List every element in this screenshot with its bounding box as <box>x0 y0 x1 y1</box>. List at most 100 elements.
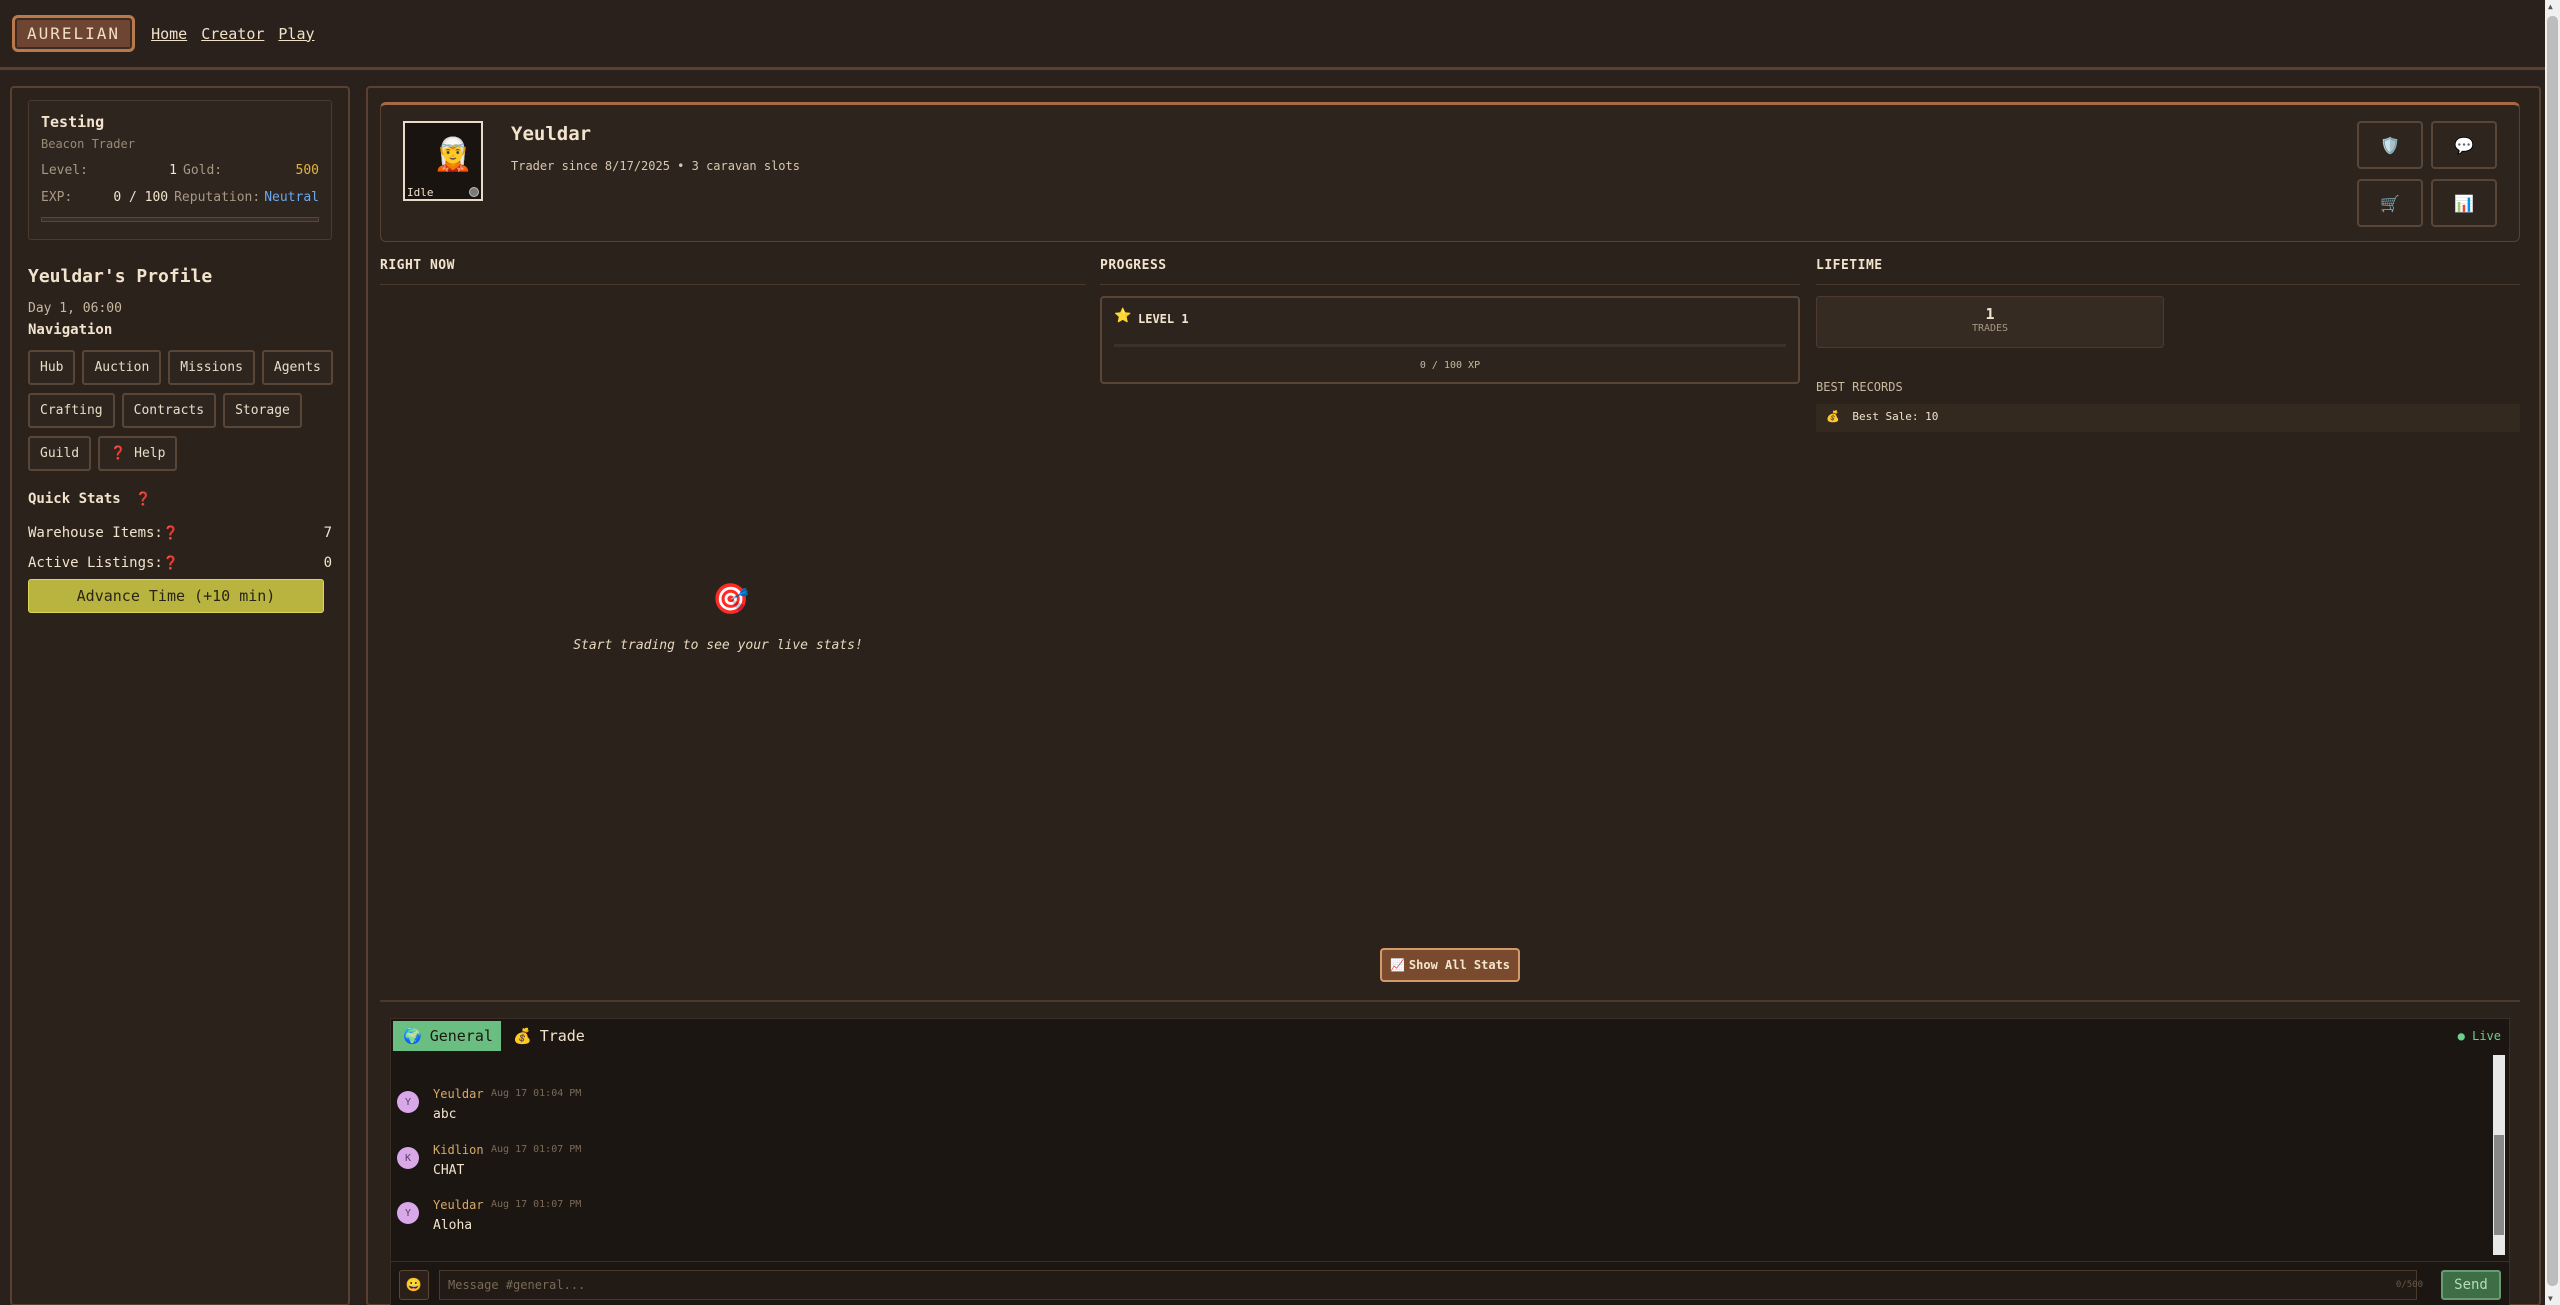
nav-crafting-button[interactable]: Crafting <box>28 393 115 428</box>
nav-help-button[interactable]: ❓ Help <box>98 436 178 471</box>
quick-stats-label: Quick Stats <box>28 491 121 507</box>
scroll-up-icon[interactable]: ▲ <box>2548 2 2553 11</box>
warehouse-items-row: Warehouse Items:❓ 7 <box>28 525 332 541</box>
emoji-button[interactable]: 😀 <box>399 1270 429 1300</box>
tab-trade[interactable]: 💰 Trade <box>503 1021 603 1051</box>
stats-button[interactable]: 📊 <box>2431 179 2497 227</box>
profile-card: 🧝 Idle Yeuldar Trader since 8/17/2025 • … <box>380 102 2520 242</box>
cart-icon: 🛒 <box>2380 193 2400 213</box>
lifetime-heading: LIFETIME <box>1816 258 1883 273</box>
speech-bubble-icon: 💬 <box>2454 135 2474 155</box>
warehouse-help-icon[interactable]: ❓ <box>163 526 179 541</box>
quick-stats-title: Quick Stats ❓ <box>28 491 332 507</box>
user-card: Testing Beacon Trader Level: 1 Gold: 500… <box>28 100 332 240</box>
navigation-grid: Hub Auction Missions Agents Crafting Con… <box>28 350 338 471</box>
nav-link-home[interactable]: Home <box>151 25 187 43</box>
right-now-divider <box>380 284 1086 285</box>
message-author[interactable]: Yeuldar <box>433 1087 484 1101</box>
live-label: Live <box>2472 1029 2501 1043</box>
char-count: 0/500 <box>2395 1280 2423 1290</box>
sidebar: Testing Beacon Trader Level: 1 Gold: 500… <box>10 86 350 1305</box>
game-datetime: Day 1, 06:00 <box>28 301 122 316</box>
logo[interactable]: AURELIAN <box>12 15 136 52</box>
avatar[interactable]: 🧝 Idle <box>403 121 483 201</box>
help-label: Help <box>134 446 166 461</box>
nav-auction-button[interactable]: Auction <box>82 350 162 385</box>
active-listings-row: Active Listings:❓ 0 <box>28 555 332 571</box>
warehouse-items-value: 7 <box>323 525 332 541</box>
best-sale-record: 💰 Best Sale: 10 <box>1816 404 2520 432</box>
gold-label: Gold: <box>183 163 223 178</box>
character-subtitle: Trader since 8/17/2025 • 3 caravan slots <box>511 159 800 173</box>
active-listings-label: Active Listings: <box>28 555 163 571</box>
nav-link-creator[interactable]: Creator <box>201 25 264 43</box>
page-scrollbar[interactable]: ▲ ▼ <box>2545 0 2560 1305</box>
live-indicator: ● Live <box>2457 1029 2501 1043</box>
chat-messages[interactable]: Y Yeuldar Aug 17 01:04 PM abc K Kidlion … <box>391 1053 2491 1253</box>
profile-title: Yeuldar's Profile <box>28 266 213 287</box>
xp-progress-bar <box>1114 344 1786 347</box>
exp-label: EXP: <box>41 190 73 205</box>
money-bag-icon: 💰 <box>1826 410 1840 423</box>
message-author[interactable]: Yeuldar <box>433 1198 484 1212</box>
globe-icon: 🌍 <box>403 1027 422 1045</box>
progress-heading: PROGRESS <box>1100 258 1167 273</box>
trades-label: TRADES <box>1971 323 2009 334</box>
chat-input-row: 😀 0/500 Send <box>391 1261 2509 1305</box>
market-button[interactable]: 🛒 <box>2357 179 2423 227</box>
user-name: Testing <box>41 113 105 131</box>
chat-divider <box>380 1000 2520 1002</box>
top-bar: AURELIAN Home Creator Play <box>0 0 2545 70</box>
best-records-title: BEST RECORDS <box>1816 380 1903 394</box>
star-icon: ⭐ <box>1114 308 1132 324</box>
character-sprite-icon: 🧝 <box>433 135 473 173</box>
nav-link-play[interactable]: Play <box>278 25 314 43</box>
gold-value: 500 <box>295 163 319 178</box>
level-label: LEVEL 1 <box>1138 312 1189 326</box>
guild-shield-button[interactable]: 🛡️ <box>2357 121 2423 169</box>
nav-missions-button[interactable]: Missions <box>168 350 255 385</box>
shield-icon: 🛡️ <box>2380 135 2400 155</box>
main-panel: 🧝 Idle Yeuldar Trader since 8/17/2025 • … <box>366 86 2541 1305</box>
active-listings-value: 0 <box>323 555 332 571</box>
scroll-down-icon[interactable]: ▼ <box>2548 1294 2553 1303</box>
page-scroll-thumb[interactable] <box>2547 16 2558 1286</box>
nav-guild-button[interactable]: Guild <box>28 436 92 471</box>
chart-up-icon: 📈 <box>1389 958 1405 972</box>
smiley-icon: 😀 <box>405 1277 423 1293</box>
message-text: Aloha <box>433 1218 473 1233</box>
listings-help-icon[interactable]: ❓ <box>163 556 179 571</box>
show-all-stats-button[interactable]: 📈 Show All Stats <box>1380 948 1520 982</box>
nav-contracts-button[interactable]: Contracts <box>121 393 217 428</box>
nav-hub-button[interactable]: Hub <box>28 350 76 385</box>
chat-message-input[interactable] <box>439 1270 2417 1300</box>
chat-scrollbar[interactable] <box>2493 1055 2505 1255</box>
advance-time-button[interactable]: Advance Time (+10 min) <box>28 579 324 613</box>
quick-stats-help-icon[interactable]: ❓ <box>135 492 151 507</box>
message-author[interactable]: Kidlion <box>433 1143 484 1157</box>
best-sale-text: Best Sale: 10 <box>1852 410 1939 423</box>
trades-stat-card: 1 TRADES <box>1816 296 2164 348</box>
message-text: CHAT <box>433 1163 465 1178</box>
character-name: Yeuldar <box>511 123 592 145</box>
message-time: Aug 17 01:04 PM <box>491 1088 582 1099</box>
level-progress-card: ⭐ LEVEL 1 0 / 100 XP <box>1100 296 1800 384</box>
exp-bar <box>41 217 319 222</box>
exp-value: 0 / 100 <box>113 190 169 205</box>
nav-storage-button[interactable]: Storage <box>223 393 302 428</box>
avatar: Y <box>397 1202 419 1224</box>
lifetime-divider <box>1816 284 2520 285</box>
right-now-heading: RIGHT NOW <box>380 258 455 273</box>
avatar: K <box>397 1147 419 1169</box>
reputation-value: Neutral <box>264 190 319 205</box>
avatar-status: Idle <box>407 186 434 199</box>
chat-button[interactable]: 💬 <box>2431 121 2497 169</box>
chat-scroll-thumb[interactable] <box>2494 1135 2504 1235</box>
level-value: 1 <box>169 163 177 178</box>
navigation-title: Navigation <box>28 322 113 338</box>
show-all-stats-label: Show All Stats <box>1408 958 1511 972</box>
nav-agents-button[interactable]: Agents <box>261 350 333 385</box>
send-button[interactable]: Send <box>2441 1270 2501 1300</box>
right-now-empty-text: Start trading to see your live stats! <box>573 638 863 653</box>
tab-general[interactable]: 🌍 General <box>393 1021 501 1051</box>
